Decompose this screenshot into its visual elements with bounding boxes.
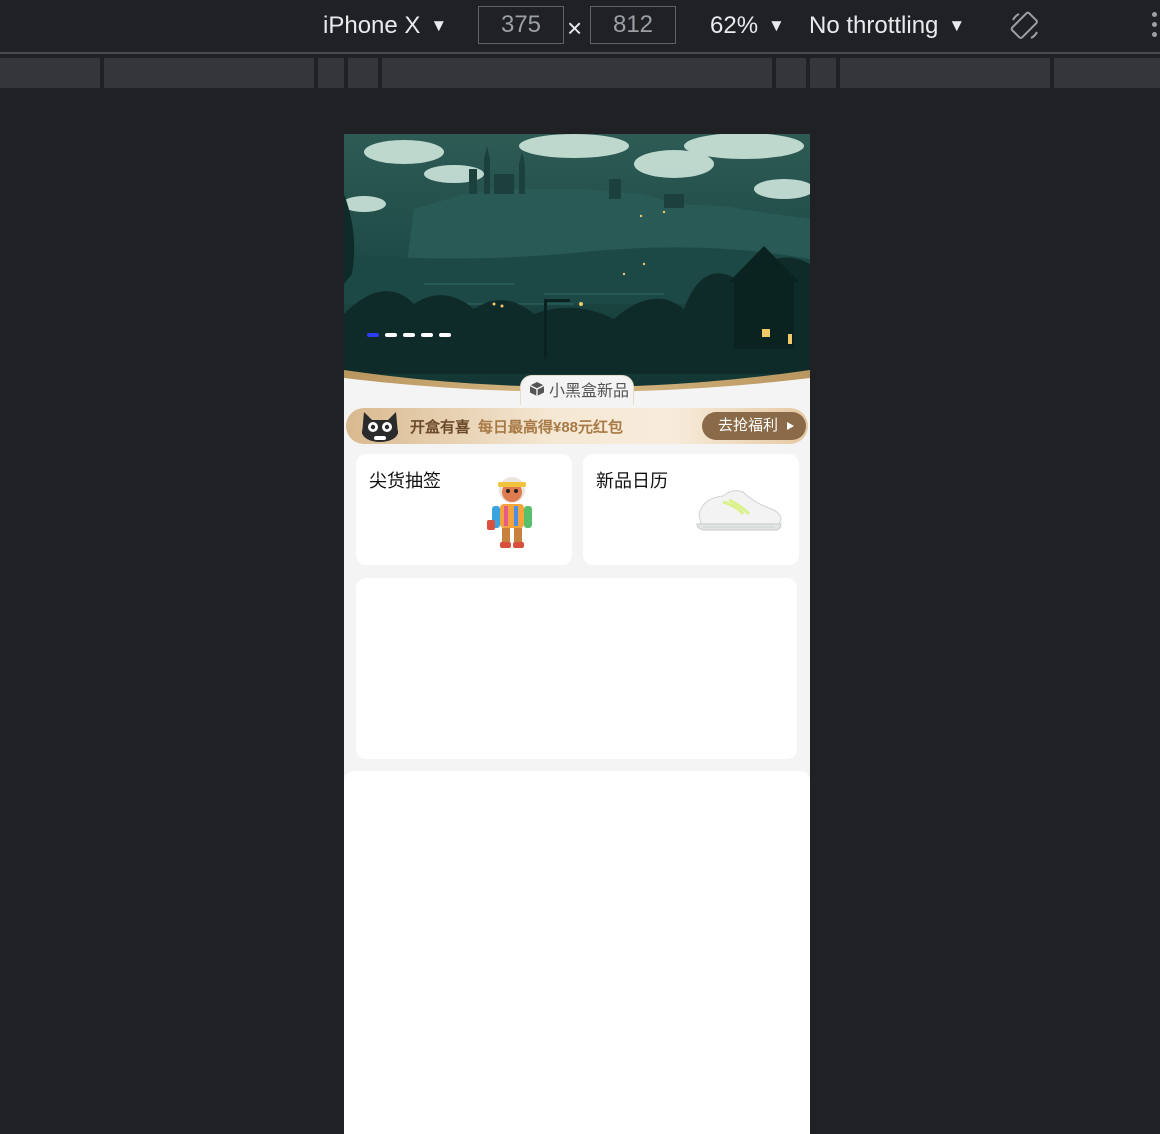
media-query-segment[interactable] <box>840 58 1050 88</box>
device-dropdown-arrow-icon: ▼ <box>430 16 448 35</box>
media-query-segment[interactable] <box>776 58 806 88</box>
card-new-release-calendar[interactable]: 新品日历 <box>583 454 799 565</box>
height-input[interactable]: 812 <box>590 6 676 44</box>
promo-subtitle: 每日最高得¥88元红包 <box>478 419 624 436</box>
throttling-value: No throttling <box>809 12 939 39</box>
device-toolbar: iPhone X ▼ 375 × 812 62% ▼ No throttling ▼ <box>0 0 1160 54</box>
product-feed-panel <box>344 771 810 1134</box>
media-query-segment[interactable] <box>0 58 100 88</box>
section-tag-label: 小黑盒新品 <box>549 383 630 400</box>
carousel-dot[interactable] <box>367 333 379 337</box>
media-query-segment[interactable] <box>1054 58 1160 88</box>
carousel-dot[interactable] <box>385 333 397 337</box>
play-arrow-icon <box>787 422 794 430</box>
device-selector[interactable]: iPhone X ▼ <box>323 12 447 42</box>
throttling-dropdown-arrow-icon: ▼ <box>948 16 966 35</box>
card-sneaker-raffle[interactable]: 尖货抽签 <box>356 454 572 565</box>
carousel-dot[interactable] <box>439 333 451 337</box>
media-query-segment[interactable] <box>318 58 344 88</box>
grab-benefits-button[interactable]: 去抢福利 <box>702 412 806 440</box>
card-title: 尖货抽签 <box>369 471 441 492</box>
media-query-bar <box>0 54 1160 90</box>
media-query-segment[interactable] <box>382 58 772 88</box>
width-input[interactable]: 375 <box>478 6 564 44</box>
device-viewport: 小黑盒新品 开盒有喜 每日最高得¥88元红包 去抢福利 尖货抽签 新品日历 <box>344 134 810 1134</box>
grab-benefits-label: 去抢福利 <box>718 417 779 434</box>
media-query-segment[interactable] <box>348 58 378 88</box>
promo-title: 开盒有喜 <box>410 419 471 436</box>
dimension-times-icon: × <box>567 13 583 43</box>
zoom-value: 62% <box>710 12 759 39</box>
sneaker-image <box>696 490 782 531</box>
figure-toy-image <box>487 477 532 548</box>
box-icon <box>529 382 545 396</box>
more-options-icon[interactable] <box>1152 12 1160 42</box>
promo-banner[interactable]: 开盒有喜 每日最高得¥88元红包 去抢福利 <box>346 408 808 444</box>
section-tag: 小黑盒新品 <box>529 376 629 402</box>
zoom-dropdown-arrow-icon: ▼ <box>768 16 785 35</box>
media-query-segment[interactable] <box>104 58 314 88</box>
throttling-selector[interactable]: No throttling ▼ <box>809 12 965 42</box>
carousel-dot[interactable] <box>403 333 415 337</box>
media-query-segment[interactable] <box>810 58 836 88</box>
card-title: 新品日历 <box>596 471 668 492</box>
zoom-selector[interactable]: 62% ▼ <box>710 12 785 42</box>
carousel-dot[interactable] <box>421 333 433 337</box>
tmall-cat-icon <box>362 412 398 442</box>
content-panel <box>356 578 797 759</box>
rotate-icon[interactable] <box>1010 11 1040 41</box>
device-name: iPhone X <box>323 12 421 39</box>
banner-image[interactable] <box>344 134 810 394</box>
carousel-indicators <box>367 333 451 337</box>
